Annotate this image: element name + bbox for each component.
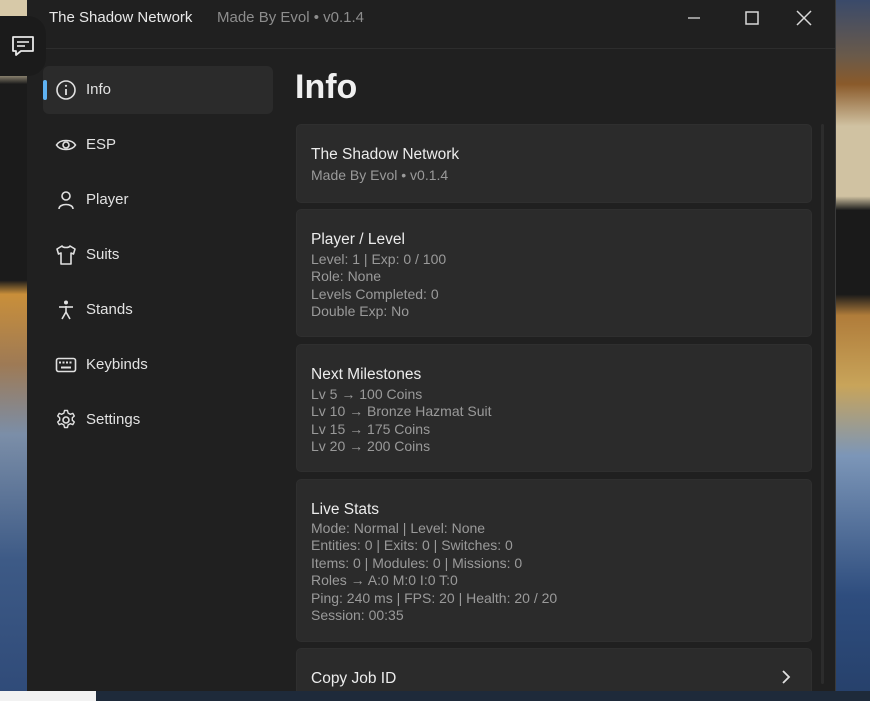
game-background-right: [834, 0, 870, 701]
card-line: Ping: 240 ms | FPS: 20 | Health: 20 / 20: [311, 590, 558, 606]
card-title: Copy Job ID: [311, 670, 397, 687]
card-line: Lv 10 → Bronze Hazmat Suit: [311, 403, 492, 419]
game-background-left: [0, 0, 28, 701]
taskbar: [0, 691, 870, 701]
sidebar-item-label: Info: [86, 81, 112, 98]
active-indicator: [43, 80, 47, 100]
minimize-icon: [688, 17, 700, 19]
page-title: Info: [295, 68, 358, 106]
sidebar-item-label: Settings: [86, 411, 141, 428]
card-line: Levels Completed: 0: [311, 286, 439, 302]
card-line: Items: 0 | Modules: 0 | Missions: 0: [311, 555, 523, 571]
info-icon: [56, 80, 76, 100]
card-line: Lv 15 → 175 Coins: [311, 421, 431, 437]
card-title: The Shadow Network: [311, 146, 460, 163]
sidebar-item-suits[interactable]: Suits: [43, 231, 273, 279]
copy-job-id-button[interactable]: Copy Job ID: [296, 648, 812, 691]
sidebar-item-player[interactable]: Player: [43, 176, 273, 224]
card-player-level: Player / Level Level: 1 | Exp: 0 / 100 R…: [296, 209, 812, 337]
sidebar-item-info[interactable]: Info: [43, 66, 273, 114]
card-line: Lv 5 → 100 Coins: [311, 386, 423, 402]
close-button[interactable]: [781, 0, 827, 36]
sidebar-item-label: Player: [86, 191, 129, 208]
sidebar-item-esp[interactable]: ESP: [43, 121, 273, 169]
app-window: The Shadow Network Made By Evol • v0.1.4: [27, 0, 836, 691]
gear-icon: [57, 409, 75, 429]
card-line: Made By Evol • v0.1.4: [311, 167, 449, 183]
sidebar-item-stands[interactable]: Stands: [43, 286, 273, 334]
sidebar-item-settings[interactable]: Settings: [43, 396, 273, 444]
card-title: Live Stats: [311, 501, 380, 518]
chevron-right-icon: [782, 670, 791, 684]
card-title: Next Milestones: [311, 366, 422, 383]
card-line: Role: None: [311, 268, 382, 284]
person-icon: [58, 191, 74, 210]
sidebar-item-label: Keybinds: [86, 356, 148, 373]
chat-button[interactable]: [0, 16, 46, 76]
accessibility-icon: [59, 300, 73, 320]
card-line: Roles → A:0 M:0 I:0 T:0: [311, 572, 458, 588]
card-line: Mode: Normal | Level: None: [311, 520, 486, 536]
window-subtitle: Made By Evol • v0.1.4: [217, 9, 364, 26]
titlebar: The Shadow Network Made By Evol • v0.1.4: [27, 0, 835, 36]
maximize-icon: [745, 11, 759, 25]
sidebar-item-label: Suits: [86, 246, 120, 263]
card-title: Player / Level: [311, 231, 405, 248]
minimize-button[interactable]: [671, 0, 717, 36]
card-next-milestones: Next Milestones Lv 5 → 100 Coins Lv 10 →…: [296, 344, 812, 472]
maximize-button[interactable]: [729, 0, 775, 36]
sidebar-item-label: ESP: [86, 136, 117, 153]
card-line: Lv 20 → 200 Coins: [311, 438, 431, 454]
card-about: The Shadow Network Made By Evol • v0.1.4: [296, 124, 812, 203]
sidebar-item-keybinds[interactable]: Keybinds: [43, 341, 273, 389]
card-live-stats: Live Stats Mode: Normal | Level: None En…: [296, 479, 812, 642]
card-line: Double Exp: No: [311, 303, 410, 319]
card-line: Entities: 0 | Exits: 0 | Switches: 0: [311, 537, 513, 553]
chat-icon: [12, 36, 34, 56]
window-title: The Shadow Network: [49, 9, 193, 26]
shirt-icon: [56, 245, 76, 265]
close-icon: [796, 10, 812, 26]
keyboard-icon: [55, 357, 77, 373]
card-line: Session: 00:35: [311, 607, 404, 623]
card-line: Level: 1 | Exp: 0 / 100: [311, 251, 447, 267]
sidebar-item-label: Stands: [86, 301, 133, 318]
eye-icon: [55, 139, 77, 151]
title-separator: [27, 48, 835, 49]
scrollbar[interactable]: [821, 124, 824, 684]
